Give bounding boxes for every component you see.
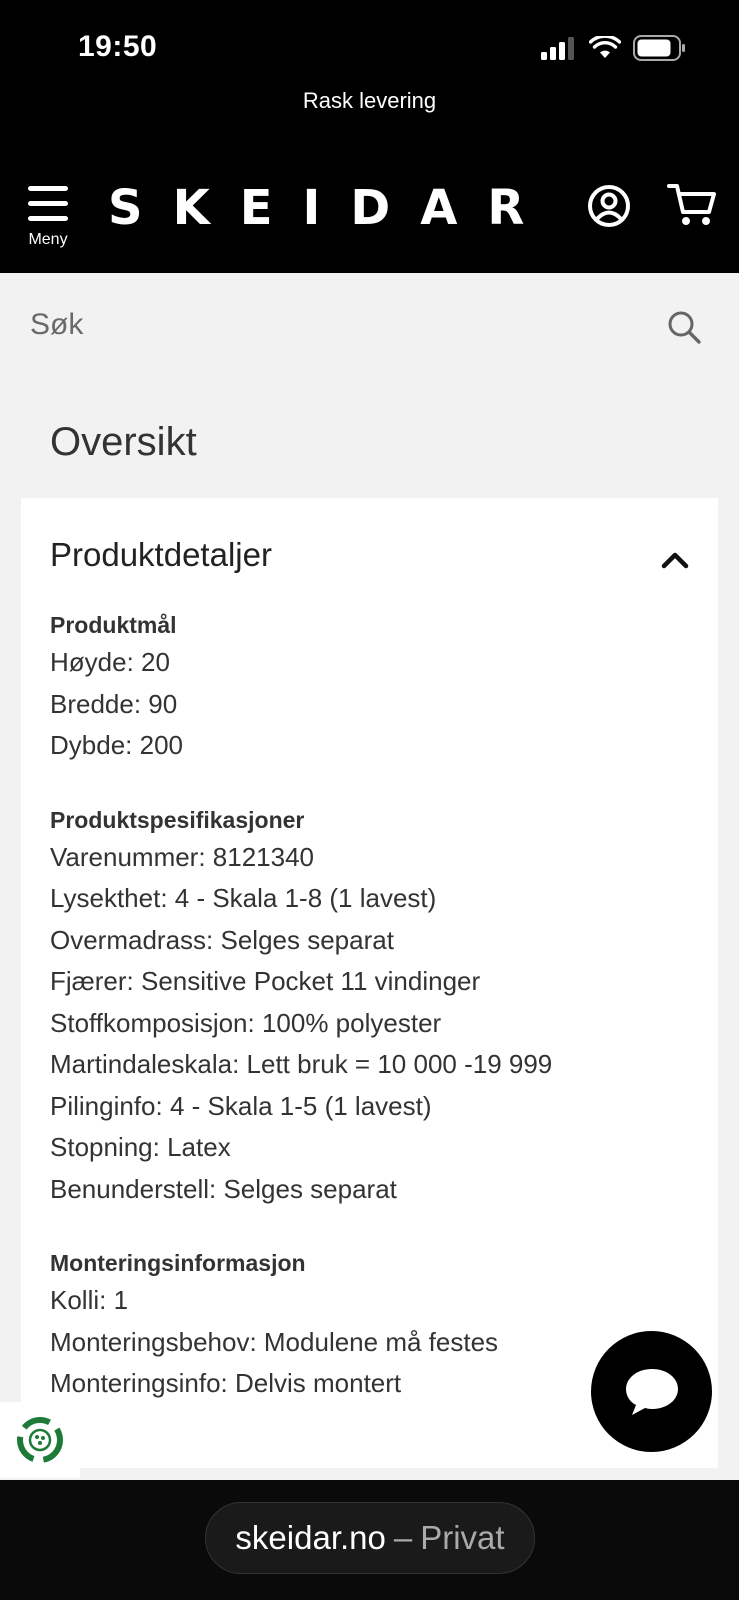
page-title: Oversikt (50, 420, 197, 464)
cart-button[interactable] (667, 182, 717, 228)
signal-icon (541, 37, 574, 60)
browser-bar: skeidar.no – Privat (0, 1480, 739, 1600)
cart-icon (667, 184, 716, 225)
account-button[interactable] (587, 184, 631, 228)
skeidar-logo[interactable]: SKEIDAR (108, 180, 554, 236)
url-separator: – (393, 1519, 413, 1556)
battery-icon (633, 35, 685, 61)
section-title: Produktmål (50, 612, 177, 638)
chat-button[interactable] (591, 1331, 712, 1452)
browsing-mode: Privat (420, 1519, 505, 1556)
wifi-icon (589, 36, 621, 58)
menu-icon (28, 186, 68, 221)
search-input[interactable] (30, 297, 630, 353)
eco-icon (17, 1417, 63, 1463)
detail-row: Overmadrass: Selges separat (50, 924, 394, 955)
product-details-title[interactable]: Produktdetaljer (50, 536, 272, 574)
detail-row: Fjærer: Sensitive Pocket 11 vindinger (50, 966, 481, 996)
status-time: 19:50 (78, 30, 158, 63)
section-product-dimensions: Produktmål Høyde: 20 Bredde: 90 Dybde: 2… (50, 610, 690, 767)
detail-row: Kolli: 1 (50, 1285, 129, 1315)
section-product-specifications: Produktspesifikasjoner Varenummer: 81213… (50, 805, 690, 1211)
url-domain: skeidar.no (235, 1519, 386, 1556)
chat-icon (625, 1368, 678, 1415)
detail-row: Stoffkomposisjon: 100% polyester (50, 1007, 442, 1038)
collapse-button[interactable] (659, 546, 691, 572)
app-header: 19:50 Rask levering Meny SKEIDAR (0, 0, 739, 273)
detail-row: Pilinginfo: 4 - Skala 1-5 (1 lavest) (50, 1090, 432, 1121)
detail-row: Bredde: 90 (50, 688, 178, 719)
detail-row: Benunderstell: Selges separat (50, 1173, 397, 1204)
section-title: Produktspesifikasjoner (50, 806, 305, 833)
product-details-panel: Produktdetaljer Produktmål Høyde: 20 Bre… (21, 498, 718, 1468)
eco-badge[interactable] (0, 1402, 80, 1478)
detail-row: Dybde: 200 (50, 730, 183, 760)
search-icon (668, 311, 701, 344)
detail-row: Monteringsbehov: Modulene må festes (50, 1326, 499, 1357)
account-icon (588, 185, 630, 227)
section-title: Monteringsinformasjon (50, 1250, 306, 1276)
chevron-up-icon (661, 552, 689, 569)
menu-label: Meny (28, 231, 68, 248)
detail-row: Varenummer: 8121340 (50, 841, 315, 872)
menu-button[interactable]: Meny (20, 184, 76, 256)
detail-row: Lysekthet: 4 - Skala 1-8 (1 lavest) (50, 883, 437, 913)
detail-row: Stopning: Latex (50, 1132, 231, 1162)
detail-row: Martindaleskala: Lett bruk = 10 000 -19 … (50, 1049, 553, 1079)
detail-row: Høyde: 20 (50, 647, 170, 677)
status-icons (539, 34, 687, 62)
search-button[interactable] (666, 309, 702, 345)
product-details-list: Produktmål Høyde: 20 Bredde: 90 Dybde: 2… (50, 610, 690, 1443)
promo-banner[interactable]: Rask levering (0, 88, 739, 114)
search-bar (0, 273, 739, 383)
address-bar[interactable]: skeidar.no – Privat (205, 1502, 535, 1574)
